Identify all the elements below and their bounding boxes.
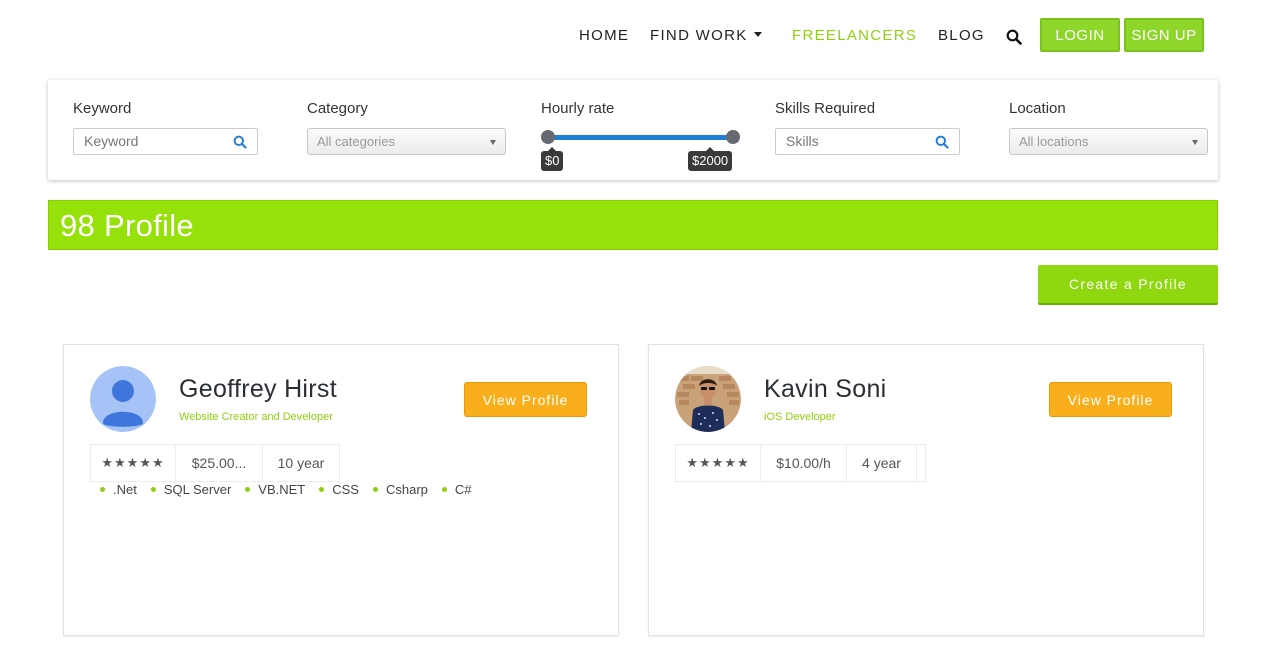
dropdown-arrow-icon (490, 140, 496, 145)
login-button[interactable]: LOGIN (1040, 18, 1120, 52)
nav-freelancers[interactable]: FREELANCERS (792, 27, 917, 44)
profile-stats: ★★★★★ $25.00... 10 year (90, 444, 340, 482)
category-select[interactable]: All categories (307, 128, 506, 155)
avatar (90, 366, 156, 432)
skill-tag: SQL Server (150, 482, 232, 497)
slider-max-value: $2000 (688, 147, 733, 171)
skill-tag: Csharp (372, 482, 428, 497)
skills-list: .Net SQL Server VB.NET CSS Csharp C# (100, 482, 486, 497)
create-profile-button[interactable]: Create a Profile (1038, 265, 1218, 305)
profile-role: iOS Developer (764, 411, 836, 423)
profile-name: Kavin Soni (764, 375, 887, 403)
avatar (675, 366, 741, 432)
hourly-rate-slider-track[interactable] (547, 135, 733, 140)
category-value: All categories (317, 134, 396, 149)
location-select[interactable]: All locations (1009, 128, 1208, 155)
keyword-placeholder: Keyword (84, 133, 139, 149)
skills-label: Skills Required (775, 100, 876, 117)
keyword-input[interactable]: Keyword (73, 128, 258, 155)
bullet-icon (150, 487, 156, 492)
location-label: Location (1009, 100, 1066, 117)
location-value: All locations (1019, 134, 1089, 149)
skill-label: Csharp (385, 482, 428, 497)
keyword-label: Keyword (73, 100, 132, 117)
bullet-icon (441, 487, 447, 492)
skill-label: C# (454, 482, 472, 497)
nav-find-work-label: FIND WORK (650, 27, 748, 44)
profile-name: Geoffrey Hirst (179, 375, 337, 403)
rating: ★★★★★ (676, 445, 761, 481)
skill-tag: VB.NET (245, 482, 305, 497)
bullet-icon (319, 487, 325, 492)
user-photo (675, 366, 741, 432)
search-icon (233, 135, 247, 149)
skill-label: CSS (332, 482, 359, 497)
experience: 4 year (847, 445, 917, 481)
nav-find-work[interactable]: FIND WORK (650, 27, 762, 44)
view-profile-button[interactable]: View Profile (464, 382, 587, 417)
category-label: Category (307, 100, 368, 117)
search-icon[interactable] (1006, 29, 1022, 45)
skill-label: .Net (113, 482, 137, 497)
slider-max-handle[interactable] (726, 130, 740, 144)
caret-down-icon (753, 32, 762, 37)
hourly-rate: $10.00/h (761, 445, 847, 481)
filter-panel: Keyword Keyword Category All categories … (48, 80, 1218, 180)
view-profile-button[interactable]: View Profile (1049, 382, 1172, 417)
hourly-rate: $25.00... (176, 445, 263, 481)
bullet-icon (245, 487, 251, 492)
dropdown-arrow-icon (1192, 140, 1198, 145)
profile-card: Geoffrey Hirst Website Creator and Devel… (63, 344, 619, 636)
skills-placeholder: Skills (786, 133, 819, 149)
nav-home[interactable]: HOME (579, 27, 629, 44)
default-user-icon (90, 366, 156, 432)
search-icon (935, 135, 949, 149)
skill-label: SQL Server (163, 482, 232, 497)
star-rating-icon: ★★★★★ (101, 455, 165, 470)
profile-count-banner: 98 Profile (48, 200, 1218, 250)
top-nav: HOME FIND WORK FREELANCERS BLOG LOGIN SI… (0, 18, 1286, 52)
rating: ★★★★★ (91, 445, 176, 481)
bullet-icon (100, 487, 105, 492)
skill-tag: .Net (100, 482, 137, 497)
hourly-rate-label: Hourly rate (541, 100, 615, 117)
star-rating-icon: ★★★★★ (686, 455, 750, 470)
experience: 10 year (277, 455, 325, 471)
profile-count: 98 Profile (60, 208, 194, 243)
skill-tag: C# (441, 482, 472, 497)
slider-min-value: $0 (541, 147, 564, 171)
slider-min-handle[interactable] (541, 130, 555, 144)
profile-role: Website Creator and Developer (179, 411, 333, 423)
skill-tag: CSS (319, 482, 359, 497)
profile-card: Kavin Soni iOS Developer View Profile ★★… (648, 344, 1204, 636)
nav-blog[interactable]: BLOG (938, 27, 985, 44)
stat-empty (917, 445, 925, 481)
skills-input[interactable]: Skills (775, 128, 960, 155)
skill-label: VB.NET (258, 482, 306, 497)
signup-button[interactable]: SIGN UP (1124, 18, 1204, 52)
bullet-icon (372, 487, 378, 492)
profile-stats: ★★★★★ $10.00/h 4 year (675, 444, 926, 482)
